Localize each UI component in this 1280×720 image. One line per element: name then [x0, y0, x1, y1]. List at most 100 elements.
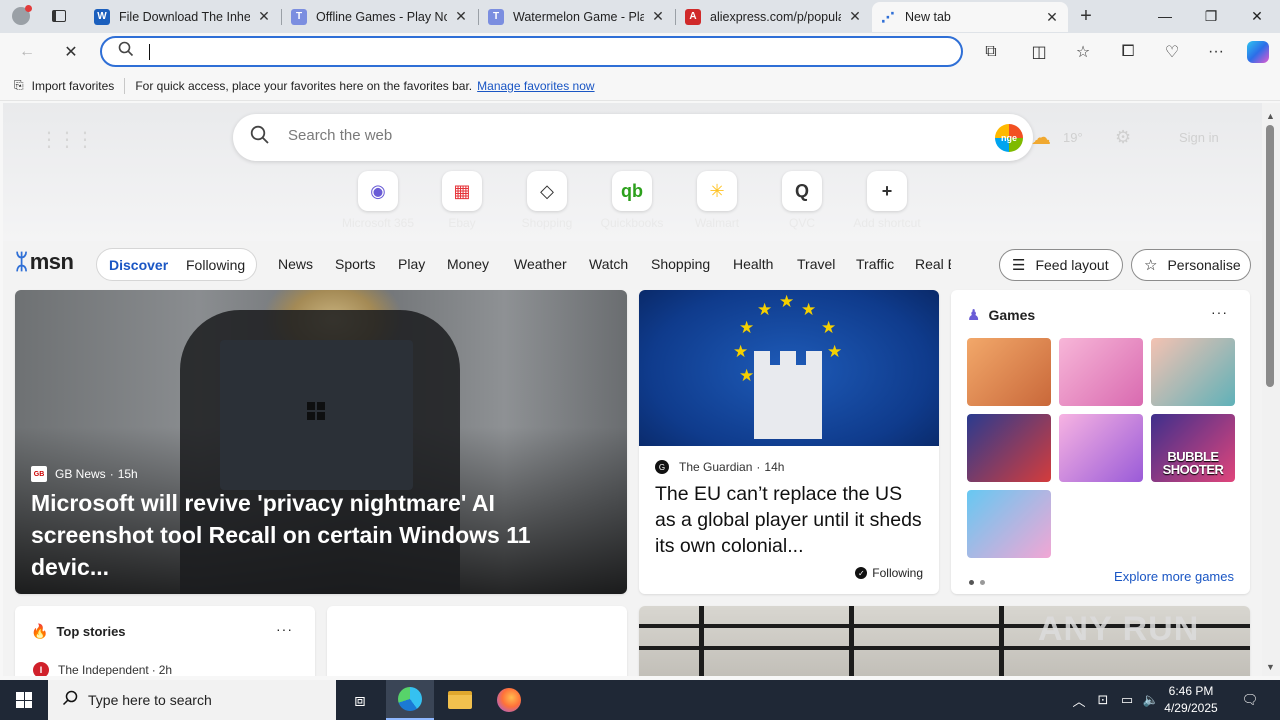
shortcut-shopping[interactable]: ◇ Shopping — [505, 171, 589, 230]
shortcut-microsoft-365[interactable]: ◉ Microsoft 365 — [336, 171, 420, 230]
explore-more-games-link[interactable]: Explore more games — [1114, 569, 1234, 584]
nav-money[interactable]: Money — [447, 256, 489, 272]
shortcut-walmart[interactable]: ✳ Walmart — [675, 171, 759, 230]
tray-network[interactable]: ▭ — [1116, 680, 1138, 720]
game-tile[interactable] — [1059, 414, 1143, 482]
tab-4-active[interactable]: ⋰ New tab ✕ — [872, 2, 1068, 32]
web-search-box[interactable]: nge — [233, 114, 1033, 161]
tab-actions-icon — [52, 10, 66, 22]
hero-story-card[interactable]: GB GB News · 15h Microsoft will revive '… — [15, 290, 627, 594]
game-tile[interactable] — [967, 490, 1051, 558]
game-tile[interactable] — [967, 338, 1051, 406]
shortcut-qvc[interactable]: Q QVC — [760, 171, 844, 230]
notifications-button[interactable]: 🗨 — [1234, 680, 1266, 720]
top-stories-heading[interactable]: 🔥 Top stories — [31, 623, 126, 640]
hero-story-title[interactable]: Microsoft will revive 'privacy nightmare… — [31, 487, 611, 583]
nav-shopping[interactable]: Shopping — [651, 256, 710, 272]
nav-watch[interactable]: Watch — [589, 256, 628, 272]
manage-favorites-link[interactable]: Manage favorites now — [477, 79, 594, 93]
following-button[interactable]: ✓ Following — [855, 566, 923, 580]
weather-icon[interactable]: ☁ — [1031, 125, 1051, 150]
more-options-icon[interactable]: ··· — [1211, 304, 1228, 320]
taskbar-firefox[interactable] — [485, 680, 533, 720]
restore-button[interactable]: ❐ — [1188, 0, 1234, 32]
web-search-input[interactable] — [288, 127, 888, 144]
nav-health[interactable]: Health — [733, 256, 773, 272]
minimize-button[interactable]: — — [1142, 0, 1188, 32]
add-shortcut-button[interactable]: + Add shortcut — [845, 171, 929, 230]
game-tile[interactable] — [1059, 338, 1143, 406]
eu-story-card[interactable]: ★ ★ ★ ★ ★ ★ ★ ★ G The Guardian · 14h The… — [639, 290, 939, 594]
shortcut-quickbooks[interactable]: qb Quickbooks — [590, 171, 674, 230]
nav-play[interactable]: Play — [398, 256, 425, 272]
close-icon[interactable]: ✕ — [453, 8, 469, 25]
windows-logo-icon — [307, 402, 325, 420]
nav-real-estate[interactable]: Real E — [915, 256, 951, 272]
browser-essentials-button[interactable]: ♡ — [1157, 37, 1187, 67]
weather-temperature[interactable]: 19° — [1063, 130, 1083, 145]
app-launcher-icon[interactable]: ⋮⋮⋮ — [39, 127, 95, 152]
tab-2[interactable]: T Watermelon Game - Play ✕ — [480, 3, 674, 30]
separator-dot: · — [109, 467, 114, 481]
import-favorites-button[interactable]: ⎘ Import favorites — [14, 78, 114, 93]
nav-weather[interactable]: Weather — [514, 256, 567, 272]
split-screen-button[interactable]: ◫ — [1024, 37, 1054, 67]
carousel-dots[interactable] — [969, 574, 991, 588]
taskbar-clock[interactable]: 6:46 PM 4/29/2025 — [1156, 683, 1226, 717]
eu-story-title[interactable]: The EU can’t replace the US as a global … — [655, 481, 925, 559]
scroll-up-icon[interactable]: ▲ — [1266, 111, 1275, 121]
taskbar-edge[interactable] — [386, 680, 434, 720]
taskbar-search-box[interactable] — [48, 680, 336, 720]
favorites-button[interactable]: ☆ — [1068, 37, 1098, 67]
tab-1[interactable]: T Offline Games - Play No ✕ — [283, 3, 477, 30]
task-view-button[interactable]: ⧈ — [336, 680, 384, 720]
nav-travel[interactable]: Travel — [797, 256, 835, 272]
collections-button[interactable]: ⧠ — [1113, 37, 1143, 67]
new-tab-button[interactable]: + — [1071, 4, 1101, 28]
profile-button[interactable] — [6, 4, 36, 28]
close-window-button[interactable]: ✕ — [1234, 0, 1280, 32]
stop-loading-button[interactable]: ✕ — [56, 37, 86, 67]
game-tile[interactable] — [967, 414, 1051, 482]
sign-in-button[interactable]: Sign in — [1179, 130, 1219, 145]
taskbar-file-explorer[interactable] — [436, 680, 484, 720]
extensions-button[interactable]: ⧉ — [976, 37, 1006, 67]
chevron-up-icon: ︿ — [1072, 693, 1086, 709]
close-icon[interactable]: ✕ — [256, 8, 272, 25]
copilot-button[interactable] — [1243, 37, 1273, 67]
page-scrollbar[interactable]: ▲ ▼ — [1262, 103, 1280, 676]
gear-icon[interactable]: ⚙ — [1115, 127, 1131, 148]
rewards-icon[interactable]: nge — [995, 124, 1023, 152]
folder-icon — [448, 691, 472, 709]
tab-discover[interactable]: Discover — [109, 257, 168, 273]
tray-network-adapter[interactable]: ⊡ — [1092, 680, 1114, 720]
address-bar[interactable] — [100, 36, 963, 67]
close-icon[interactable]: ✕ — [650, 8, 666, 25]
nav-traffic[interactable]: Traffic — [856, 256, 894, 272]
address-input[interactable] — [154, 42, 934, 62]
tab-actions-button[interactable] — [44, 4, 74, 28]
game-tile-bubble-shooter[interactable]: BUBBLE SHOOTER — [1151, 414, 1235, 482]
personalise-button[interactable]: ☆ Personalise — [1131, 249, 1251, 281]
games-heading[interactable]: ♟ Games — [967, 306, 1035, 324]
tab-following[interactable]: Following — [186, 257, 245, 273]
close-icon[interactable]: ✕ — [847, 8, 863, 25]
msn-logo[interactable]: ᛯ msn — [15, 249, 74, 275]
nav-sports[interactable]: Sports — [335, 256, 375, 272]
settings-more-button[interactable]: ··· — [1201, 37, 1231, 67]
scrollbar-thumb[interactable] — [1266, 125, 1274, 387]
close-icon[interactable]: ✕ — [1044, 9, 1060, 26]
game-tile[interactable] — [1151, 338, 1235, 406]
more-options-icon[interactable]: ··· — [276, 621, 293, 637]
nav-news[interactable]: News — [278, 256, 313, 272]
notification-icon: 🗨 — [1241, 692, 1259, 707]
show-hidden-icons-button[interactable]: ︿ — [1068, 680, 1090, 720]
tab-0[interactable]: W File Download The Inheri ✕ — [86, 3, 280, 30]
tab-3[interactable]: A aliexpress.com/p/popula ✕ — [677, 3, 871, 30]
scroll-down-icon[interactable]: ▼ — [1266, 662, 1275, 672]
feed-layout-button[interactable]: ☰ Feed layout — [999, 249, 1123, 281]
taskbar-search-input[interactable] — [88, 692, 308, 708]
back-button[interactable]: ← — [12, 37, 42, 67]
shortcut-ebay[interactable]: ▦ Ebay — [420, 171, 504, 230]
start-button[interactable] — [0, 680, 48, 720]
